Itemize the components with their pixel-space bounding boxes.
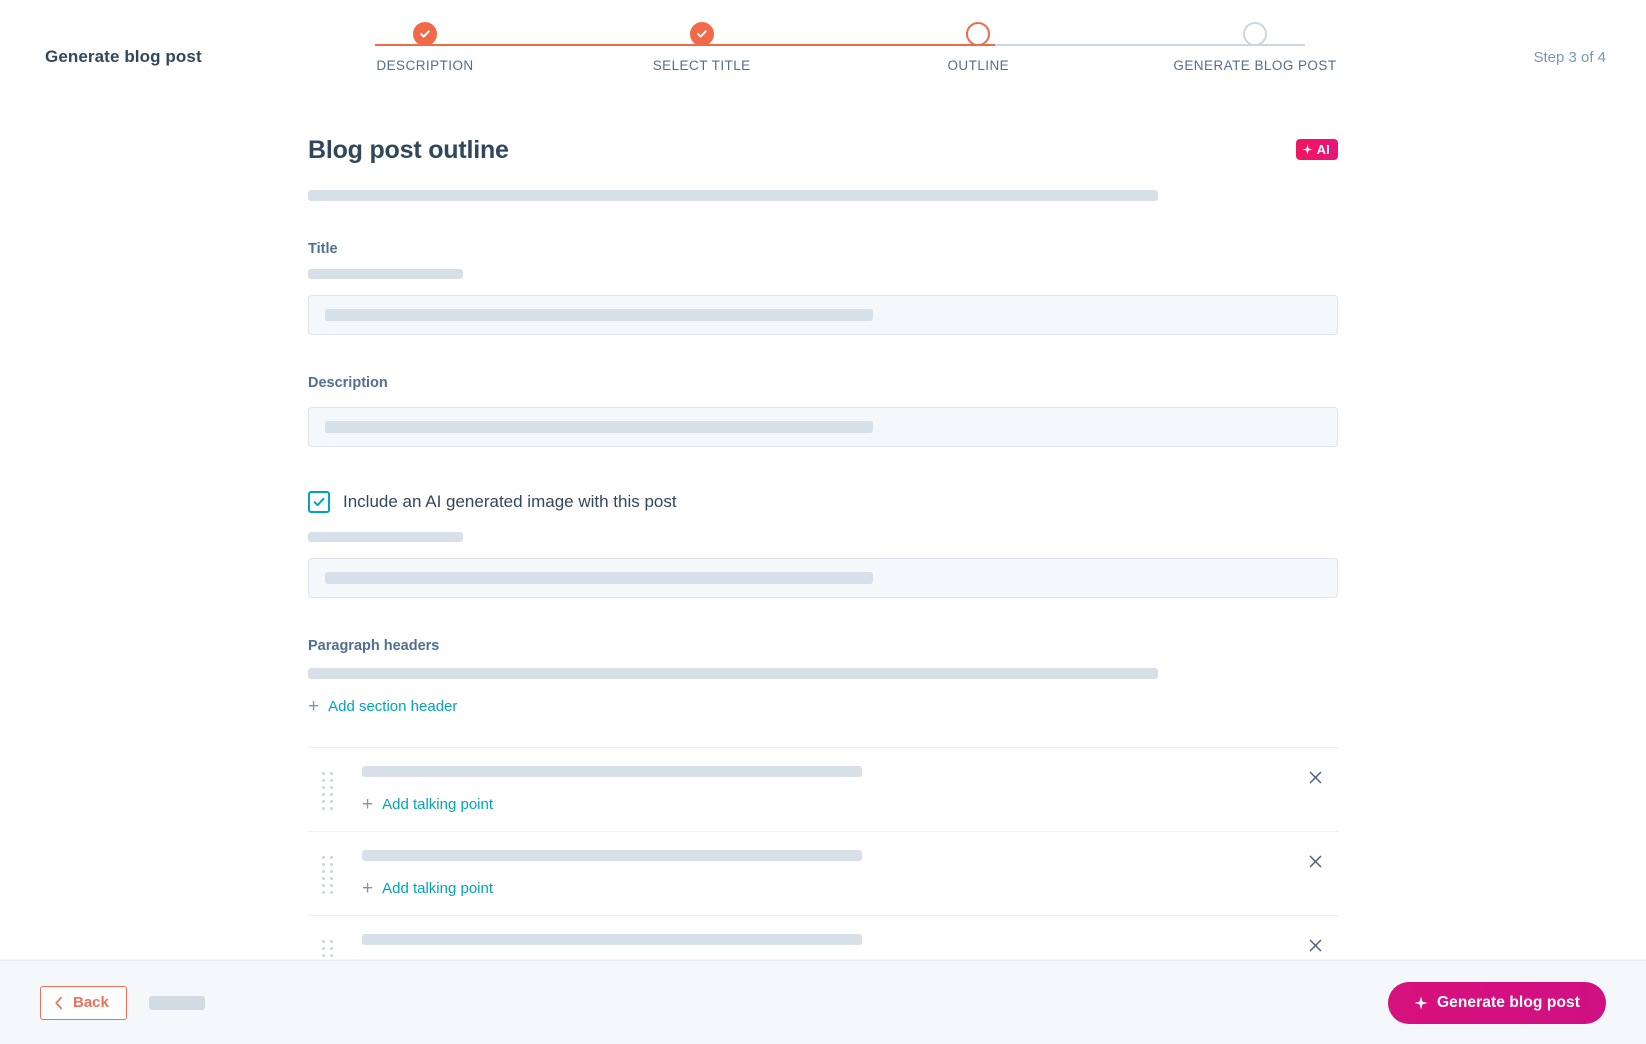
step-counter: Step 3 of 4 xyxy=(1533,49,1606,66)
plus-icon: + xyxy=(362,795,373,814)
step-label-select-title: SELECT TITLE xyxy=(653,58,751,73)
talking-point-list: + Add talking point xyxy=(308,747,1338,960)
ai-image-prompt-placeholder xyxy=(325,572,873,584)
stepper-step-outline[interactable]: OUTLINE xyxy=(873,22,1083,92)
page-header-title: Generate blog post xyxy=(45,47,202,67)
add-section-header-button[interactable]: + Add section header xyxy=(308,697,457,716)
outline-title-row: Blog post outline AI xyxy=(308,136,1338,172)
ai-badge-label: AI xyxy=(1317,142,1330,157)
step-dot-description xyxy=(413,22,437,46)
page-title: Blog post outline xyxy=(308,136,509,165)
add-section-header-label: Add section header xyxy=(328,698,457,715)
outline-form: Blog post outline AI Title Description xyxy=(308,110,1338,960)
add-talking-point-label: Add talking point xyxy=(382,796,493,813)
description-field-label: Description xyxy=(308,375,1338,391)
drag-handle-icon[interactable] xyxy=(322,856,348,894)
wizard-content: Blog post outline AI Title Description xyxy=(0,110,1646,960)
stepper-step-generate-blog-post[interactable]: GENERATE BLOG POST xyxy=(1150,22,1360,92)
description-input-placeholder xyxy=(325,421,873,433)
drag-handle-icon[interactable] xyxy=(322,772,348,810)
remove-section-button[interactable] xyxy=(1304,766,1326,788)
check-icon xyxy=(312,495,326,509)
section-header-placeholder xyxy=(362,766,862,777)
generate-blog-post-wizard: Generate blog post DESCRIPTION xyxy=(0,0,1646,1044)
description-input[interactable] xyxy=(308,407,1338,447)
wizard-footer: Back Generate blog post xyxy=(0,960,1646,1044)
talking-point-body: + Add talking point xyxy=(348,850,1338,899)
close-icon xyxy=(1308,938,1323,953)
talking-point-body: + Add talking point xyxy=(348,934,1338,960)
section-header-placeholder xyxy=(362,934,862,945)
sparkle-icon xyxy=(1302,144,1313,155)
back-button-label: Back xyxy=(73,994,109,1011)
stepper-step-select-title[interactable]: SELECT TITLE xyxy=(597,22,807,92)
wizard-header: Generate blog post DESCRIPTION xyxy=(0,0,1646,110)
plus-icon: + xyxy=(308,697,319,716)
paragraph-headers-placeholder xyxy=(308,668,1158,679)
table-row: + Add talking point xyxy=(308,831,1338,915)
sparkle-icon xyxy=(1414,996,1428,1010)
paragraph-headers-label: Paragraph headers xyxy=(308,638,1338,654)
add-talking-point-button[interactable]: + Add talking point xyxy=(362,795,493,814)
step-dot-select-title xyxy=(690,22,714,46)
include-ai-image-checkbox[interactable] xyxy=(308,491,330,513)
check-icon xyxy=(419,28,431,40)
ai-badge: AI xyxy=(1296,139,1338,160)
drag-handle-icon[interactable] xyxy=(322,940,348,960)
remove-section-button[interactable] xyxy=(1304,934,1326,956)
talking-point-body: + Add talking point xyxy=(348,766,1338,815)
close-icon xyxy=(1308,854,1323,869)
title-input[interactable] xyxy=(308,295,1338,335)
table-row: + Add talking point xyxy=(308,747,1338,831)
stepper-step-description[interactable]: DESCRIPTION xyxy=(320,22,530,92)
footer-status-placeholder xyxy=(149,996,205,1010)
close-icon xyxy=(1308,770,1323,785)
section-header-placeholder xyxy=(362,850,862,861)
add-talking-point-button[interactable]: + Add talking point xyxy=(362,879,493,898)
plus-icon: + xyxy=(362,879,373,898)
step-label-generate-blog-post: GENERATE BLOG POST xyxy=(1173,58,1336,73)
subtitle-placeholder xyxy=(308,190,1158,201)
generate-blog-post-label: Generate blog post xyxy=(1437,994,1580,1012)
title-input-placeholder xyxy=(325,309,873,321)
ai-image-prompt-input[interactable] xyxy=(308,558,1338,598)
ai-image-helper-placeholder xyxy=(308,532,463,542)
include-ai-image-label: Include an AI generated image with this … xyxy=(343,492,677,512)
generate-blog-post-button[interactable]: Generate blog post xyxy=(1388,982,1606,1024)
chevron-left-icon xyxy=(54,996,64,1010)
title-field-label: Title xyxy=(308,241,1338,257)
step-dot-generate-blog-post xyxy=(1243,22,1267,46)
step-dot-outline xyxy=(966,22,990,46)
step-label-outline: OUTLINE xyxy=(947,58,1009,73)
check-icon xyxy=(696,28,708,40)
title-helper-placeholder xyxy=(308,269,463,279)
include-ai-image-checkbox-row[interactable]: Include an AI generated image with this … xyxy=(308,491,1338,513)
step-label-description: DESCRIPTION xyxy=(376,58,473,73)
table-row: + Add talking point xyxy=(308,915,1338,960)
remove-section-button[interactable] xyxy=(1304,850,1326,872)
add-talking-point-label: Add talking point xyxy=(382,880,493,897)
wizard-stepper: DESCRIPTION SELECT TITLE OUTLINE xyxy=(320,22,1360,92)
back-button[interactable]: Back xyxy=(40,986,127,1020)
